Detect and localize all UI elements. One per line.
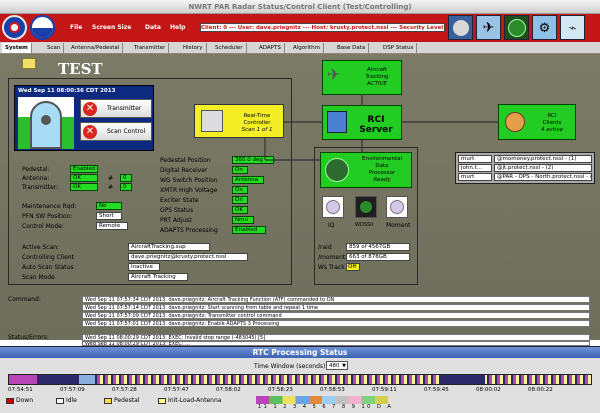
timeline-tick: 07:54:51	[8, 387, 33, 393]
aircraft-node-line2: Tracking	[365, 74, 389, 80]
timeline-tick: 07:58:02	[216, 387, 241, 393]
legend-init-load-antenna: Init-Load-Antenna	[168, 397, 222, 404]
client-user: murt	[458, 155, 492, 163]
ws-track-label: Ws Track	[318, 264, 345, 271]
scan-number: 10	[361, 404, 373, 410]
rci-clients-line3: 4 active	[541, 127, 563, 133]
command-log-line: Wed Sep 11 07:57:01 CDT 2013: dave.prieg…	[82, 320, 590, 327]
rci-server-line2: Server	[359, 125, 393, 135]
legend-swatch-init-load	[158, 398, 166, 404]
rci-clients-node[interactable]: RCI Clients 4 active	[498, 104, 576, 140]
legend-swatch-idle	[56, 398, 64, 404]
scan-number: 1	[273, 404, 280, 410]
moment-storage-label: /moment	[318, 254, 346, 261]
rci-server-line1: RCI	[367, 115, 385, 125]
client-host: @momoney.protect.nssl - (1)	[494, 155, 592, 163]
timeline-tick: 07:58:53	[320, 387, 345, 393]
edp-line3: Processor	[368, 170, 396, 176]
legend-swatch-pedestal	[104, 398, 112, 404]
timeline-tick: 07:58:23	[268, 387, 293, 393]
scan-number: 6	[322, 404, 329, 410]
rtc-node-line2: Controller	[243, 120, 271, 126]
status-errors-label: Status/Errors:	[8, 334, 49, 341]
scan-number: 4	[302, 404, 309, 410]
command-log-line: Wed Sep 11 07:57:14 CDT 2013: dave.prieg…	[82, 304, 590, 311]
aircraft-node-line3: ACTIVE	[367, 81, 387, 87]
scan-number-strip	[256, 396, 388, 404]
radar-icon	[325, 158, 349, 182]
client-list-row[interactable]: murt @momoney.protect.nssl - (1)	[458, 155, 592, 163]
edp-node[interactable]: Environmental Data Processor Ready	[320, 152, 412, 188]
chevron-down-icon: ▼	[342, 363, 346, 369]
time-window-label: Time Window (seconds):	[254, 363, 328, 370]
rtc-node-line1: Real-Time	[243, 113, 271, 119]
scan-number: 9	[351, 404, 358, 410]
legend-pedestal: Pedestal	[114, 397, 140, 404]
moment-label: Moment	[386, 222, 411, 229]
iq-disk-icon[interactable]	[322, 196, 344, 218]
client-user: murt	[458, 173, 492, 181]
time-window-select[interactable]: 480 ▼	[326, 361, 348, 370]
scan-number: 8	[341, 404, 348, 410]
timeline-tick: 08:00:02	[476, 387, 501, 393]
time-window-value: 480	[329, 363, 340, 369]
edp-line2: Data	[375, 163, 389, 169]
rtc-timeline	[8, 374, 592, 385]
moment-storage-value: 663 of 878GB	[346, 253, 410, 261]
scan-number: A	[387, 404, 394, 410]
users-icon	[505, 112, 525, 132]
timeline-tick: 07:59:45	[424, 387, 449, 393]
edp-line4: Ready	[373, 177, 391, 183]
rtc-status-title-bar: RTC Processing Status	[0, 346, 600, 358]
raid-value: 859 of 4567GB	[346, 243, 410, 251]
command-log-line: Wed Sep 11 07:57:34 CDT 2013: dave.prieg…	[82, 296, 590, 303]
rtc-node[interactable]: Real-Time Controller Scan 1 of 1	[194, 104, 284, 138]
timeline-tick: 07:59:11	[372, 387, 397, 393]
moment-disk-icon[interactable]	[386, 196, 408, 218]
error-log-line: Wed Sep 11 08:00:29 CDT 2013: EXEC: Inva…	[82, 334, 590, 341]
server-icon	[327, 111, 347, 133]
timeline-tick: 07:57:47	[164, 387, 189, 393]
wdssii-label: WDSSII	[355, 222, 374, 228]
raid-label: /raid	[318, 244, 332, 251]
scan-number: 2	[283, 404, 289, 410]
timeline-tick: 07:57:09	[60, 387, 85, 393]
edp-line1: Environmental	[361, 156, 403, 162]
aircraft-icon: ✈	[327, 65, 341, 84]
rtc-node-line3: Scan 1 of 1	[241, 127, 273, 133]
client-host: @jt.protect.nssl - (2)	[494, 164, 592, 172]
rci-server-node[interactable]: RCI Server	[322, 105, 402, 140]
controller-icon	[201, 110, 223, 132]
wdssii-icon[interactable]	[355, 196, 377, 218]
rci-clients-line2: Clients	[542, 120, 562, 126]
command-log-line: Wed Sep 11 07:57:09 CDT 2013: dave.prieg…	[82, 312, 590, 319]
timeline-tick: 08:00:22	[528, 387, 553, 393]
iq-label: IQ	[328, 222, 335, 229]
scan-number: 11	[258, 404, 270, 410]
legend-swatch-down	[6, 398, 14, 404]
scan-number: 3	[293, 404, 299, 410]
scan-number-labels: 11 1 2 3 4 5 6 7 8 9 10 D A	[258, 404, 393, 410]
legend-idle: Idle	[66, 397, 77, 404]
rci-clients-line1: RCI	[547, 113, 557, 119]
ws-track-value: Off	[346, 263, 360, 271]
scan-number: 5	[312, 404, 319, 410]
scan-number: 7	[332, 404, 338, 410]
client-list-row[interactable]: john.t... @jt.protect.nssl - (2)	[458, 164, 592, 172]
legend-down: Down	[16, 397, 34, 404]
aircraft-node-line1: Aircraft	[366, 67, 388, 73]
command-label: Command:	[8, 296, 41, 303]
aircraft-tracking-node[interactable]: ✈ Aircraft Tracking ACTIVE	[322, 60, 402, 95]
client-list-row[interactable]: murt @PAR - OPS - North.protect.nssl - (…	[458, 173, 592, 181]
scan-number: D	[376, 404, 384, 410]
timeline-tick: 07:57:28	[112, 387, 137, 393]
client-user: john.t...	[458, 164, 492, 172]
client-host: @PAR - OPS - North.protect.nssl - (3)	[494, 173, 592, 181]
